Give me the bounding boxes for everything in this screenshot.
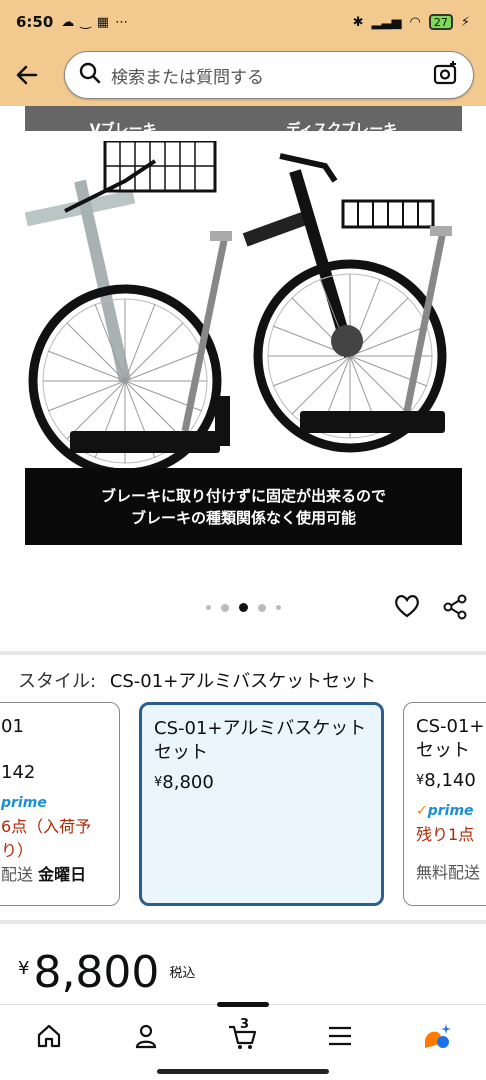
carousel-dot[interactable] <box>220 603 229 612</box>
left-bike-image <box>25 141 232 471</box>
style-options: 01 142 prime 6点（入荷予 り） 配送 金曜日 CS-01+アルミバ… <box>0 700 486 908</box>
grid-icon: ▦ <box>96 14 110 30</box>
bottom-navigation: 3 <box>0 1002 486 1066</box>
status-time: 6:50 <box>16 13 54 31</box>
prime-badge: prime <box>1 795 47 811</box>
carousel-dot-active[interactable] <box>238 603 248 612</box>
right-bike-image <box>242 153 452 453</box>
price-amount: 8,800 <box>33 947 160 998</box>
share-icon[interactable] <box>442 594 468 624</box>
product-image-gallery[interactable]: Vブレーキ ディスクブレーキ ブレーキに取り付けずに固定が出来るので ブレーキの… <box>0 106 486 651</box>
nav-account[interactable] <box>116 1011 176 1061</box>
search-icon <box>79 62 101 88</box>
heart-icon[interactable] <box>394 594 420 624</box>
nav-home[interactable] <box>19 1011 79 1061</box>
style-selector-label: スタイル: CS-01+アルミバスケットセット <box>18 671 377 692</box>
charging-icon: ⚡ <box>460 14 470 30</box>
section-divider <box>0 651 486 655</box>
search-placeholder: 検索または質問する <box>111 67 264 88</box>
cart-active-indicator <box>217 1002 269 1007</box>
home-indicator[interactable] <box>157 1069 329 1074</box>
home-icon <box>37 1024 60 1047</box>
style-option-card[interactable]: 01 142 prime 6点（入荷予 り） 配送 金曜日 <box>0 702 120 906</box>
back-arrow-icon[interactable] <box>12 60 42 90</box>
prime-badge: ✓prime <box>416 803 474 819</box>
status-bar: 6:50 ☁ ‿ ▦ ⋯ ✱ ▂▃▅ ◠ 27 ⚡ <box>0 0 486 44</box>
carousel-dot[interactable] <box>275 605 281 610</box>
image-caption: ブレーキに取り付けずに固定が出来るので ブレーキの種類関係なく使用可能 <box>25 468 462 545</box>
wifi-icon: ◠ <box>409 14 421 30</box>
nav-assistant[interactable] <box>407 1011 467 1061</box>
section-divider <box>0 920 486 924</box>
signal-icon: ▂▃▅ <box>371 14 402 30</box>
cloud-icon: ☁ <box>61 14 75 30</box>
battery-icon: 27 <box>428 14 453 30</box>
menu-icon <box>329 1026 352 1045</box>
header: 検索または質問する <box>0 44 486 106</box>
bike-stand-illustration <box>25 141 452 471</box>
image-top-band: Vブレーキ ディスクブレーキ <box>25 106 462 131</box>
tax-label: 税込 <box>169 966 196 981</box>
more-dots-icon: ⋯ <box>115 14 129 30</box>
person-icon <box>135 1024 156 1048</box>
assistant-icon <box>425 1023 452 1048</box>
carousel-dot[interactable] <box>257 603 266 612</box>
camera-icon[interactable] <box>433 60 459 90</box>
search-input[interactable]: 検索または質問する <box>64 51 474 99</box>
nav-cart[interactable]: 3 <box>213 1011 273 1061</box>
wave-icon: ‿ <box>80 14 91 30</box>
style-selected-value: CS-01+アルミバスケットセット <box>109 671 377 692</box>
style-option-card[interactable]: CS-01+ア セット ¥8,140 ✓prime 残り1点 無料配送 <box>403 702 486 906</box>
product-price: ¥ 8,800 税込 <box>18 947 196 998</box>
bluetooth-icon: ✱ <box>352 14 364 30</box>
cart-count-badge: 3 <box>239 1016 250 1032</box>
nav-menu[interactable] <box>310 1011 370 1061</box>
carousel-dot[interactable] <box>205 605 211 610</box>
style-option-card-selected[interactable]: CS-01+アルミバスケット セット ¥8,800 <box>139 702 384 906</box>
